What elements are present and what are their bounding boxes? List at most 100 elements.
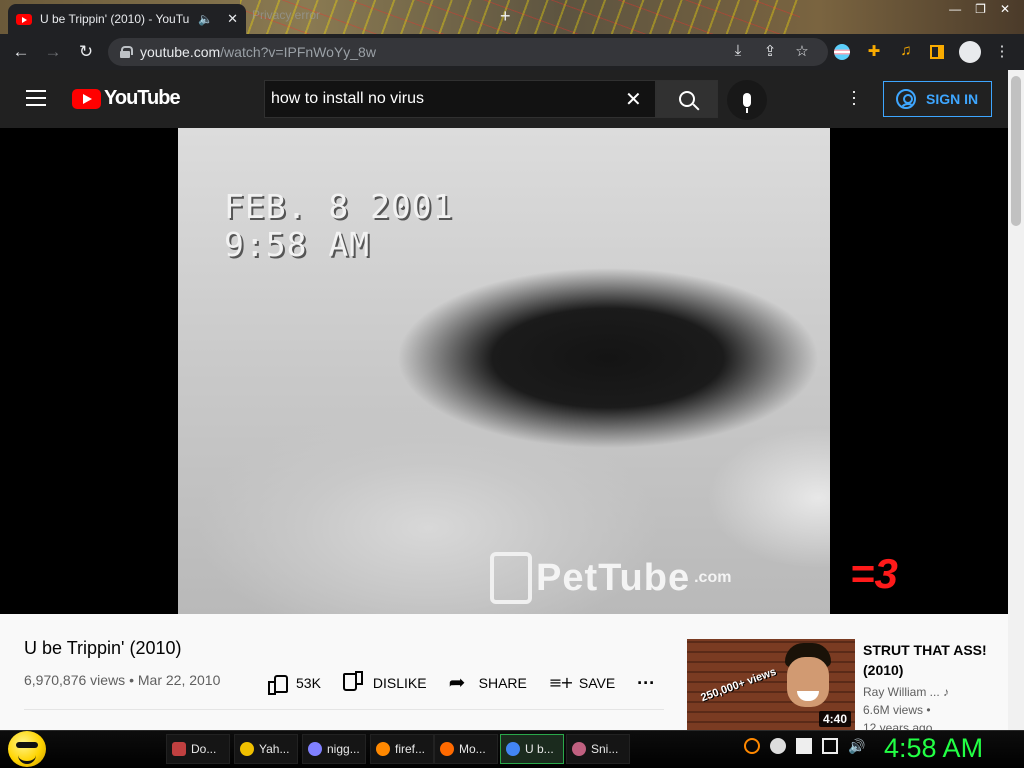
share-button[interactable]: SHARE [449, 670, 527, 694]
minus-circle-icon[interactable] [770, 738, 786, 754]
sign-in-button[interactable]: SIGN IN [883, 81, 992, 117]
minimize-icon[interactable]: — [949, 2, 961, 16]
video-duration: 4:40 [818, 711, 851, 727]
clear-search-icon[interactable]: ✕ [625, 87, 642, 112]
taskbar-item[interactable]: Do... [166, 734, 230, 764]
music-note-icon: ♪ [943, 685, 950, 699]
like-button[interactable]: 53K [266, 672, 321, 695]
tab-close-icon[interactable]: ✕ [227, 11, 238, 27]
thumbs-down-icon [343, 672, 365, 694]
extensions-puzzle-icon[interactable]: ✚ [864, 42, 884, 60]
thumbs-up-icon [266, 672, 288, 695]
profile-avatar-icon[interactable] [959, 41, 981, 63]
taskbar-item[interactable]: nigg... [302, 734, 366, 764]
volume-icon[interactable]: 🔊 [848, 738, 865, 754]
search-icon [679, 91, 695, 107]
upload-date: Mar 22, 2010 [137, 672, 221, 688]
tab-youtube[interactable]: U be Trippin' (2010) - YouTube 🔈 ✕ [8, 4, 246, 34]
taskbar-item-active[interactable]: U b... [500, 734, 564, 764]
lock-icon[interactable] [120, 46, 133, 58]
bookmark-star-icon[interactable]: ☆ [792, 42, 812, 60]
window-controls: — ❐ ✕ [949, 2, 1010, 16]
taskbar-item[interactable]: Sni... [566, 734, 630, 764]
voice-search-button[interactable] [727, 80, 767, 120]
video-meta: 6,970,876 views • Mar 22, 2010 [24, 672, 221, 688]
more-actions-button[interactable]: ··· [637, 673, 655, 694]
view-count: 6,970,876 views [24, 672, 126, 688]
search-input[interactable] [271, 90, 611, 108]
share-label: SHARE [478, 675, 527, 691]
youtube-favicon-icon [16, 13, 32, 25]
overlay-date: FEB. 8 2001 [224, 187, 454, 226]
extension-flag-icon[interactable] [834, 44, 850, 60]
reload-icon[interactable]: ↻ [75, 42, 97, 62]
app-icon [376, 742, 390, 756]
youtube-wordmark: YouTube [104, 87, 181, 109]
clock[interactable]: 4:58 AM [884, 733, 983, 764]
window-close-icon[interactable]: ✕ [1000, 2, 1010, 16]
sign-in-label: SIGN IN [926, 91, 979, 107]
url-path: /watch?v=IPFnWoYy_8w [220, 44, 376, 60]
video-frame[interactable]: FEB. 8 2001 9:58 AM PetTube .com [178, 128, 830, 614]
app-icon [172, 742, 186, 756]
related-video-thumbnail[interactable]: 250,000+ views 4:40 [687, 639, 855, 731]
hamburger-menu-icon[interactable] [26, 90, 46, 106]
youtube-masthead: YouTube ✕ ··· SIGN IN [0, 70, 1008, 128]
video-actions: 53K DISLIKE SHARE SAVE ··· [266, 670, 677, 695]
media-queue-icon[interactable]: ♫ [896, 42, 916, 59]
account-icon [896, 89, 916, 109]
speaker-icon[interactable]: 🔈 [198, 12, 213, 26]
url-host: youtube.com [140, 44, 221, 60]
pettube-text: PetTube [536, 556, 691, 599]
browser-menu-icon[interactable]: ⋮ [992, 42, 1012, 60]
more-horizontal-icon: ··· [637, 672, 656, 693]
taskbar-item[interactable]: Mo... [434, 734, 498, 764]
install-app-icon[interactable]: ⤓ [728, 42, 748, 59]
scrollbar-thumb[interactable] [1011, 76, 1021, 226]
video-timestamp-overlay: FEB. 8 2001 9:58 AM [224, 188, 454, 264]
related-views: 6.6M views • [863, 703, 931, 717]
forward-arrow-icon[interactable]: → [42, 42, 64, 62]
app-icon [440, 742, 454, 756]
youtube-play-icon [72, 88, 101, 109]
restore-icon[interactable]: ❐ [975, 2, 986, 16]
side-panel-icon[interactable] [930, 45, 944, 59]
dislike-button[interactable]: DISLIKE [343, 672, 427, 694]
dislike-label: DISLIKE [372, 675, 427, 691]
tab-title: U be Trippin' (2010) - YouTube [40, 12, 190, 26]
app-icon [240, 742, 254, 756]
related-channel-name[interactable]: Ray William ... ♪ [863, 685, 949, 699]
youtube-logo[interactable]: YouTube [72, 87, 181, 110]
tab-privacy-error[interactable]: Privacy error [252, 8, 320, 22]
app-icon [572, 742, 586, 756]
settings-more-icon[interactable]: · · · [848, 82, 860, 112]
microphone-icon [743, 93, 751, 113]
network-icon[interactable] [822, 738, 838, 754]
flag-icon[interactable] [796, 738, 812, 754]
search-tray-icon[interactable] [744, 738, 760, 754]
related-video-title[interactable]: STRUT THAT ASS! (2010) [863, 640, 993, 680]
save-playlist-icon [549, 672, 572, 694]
address-bar[interactable]: youtube.com/watch?v=IPFnWoYy_8w [108, 38, 828, 66]
search-button[interactable] [656, 80, 718, 118]
overlay-time: 9:58 AM [224, 225, 371, 264]
share-page-icon[interactable]: ⇪ [760, 42, 780, 60]
back-arrow-icon[interactable]: ← [10, 42, 32, 62]
pettube-suffix: .com [694, 569, 732, 586]
chrome-icon [506, 742, 520, 756]
new-tab-icon[interactable]: + [500, 6, 511, 27]
system-tray: 🔊 [744, 738, 865, 754]
search-box[interactable]: ✕ [264, 80, 656, 118]
emote-overlay: =3 [850, 550, 898, 597]
pettube-watermark: PetTube .com [490, 552, 731, 604]
pettube-logo-icon [490, 552, 532, 604]
divider [24, 709, 664, 710]
like-count: 53K [296, 675, 321, 691]
save-button[interactable]: SAVE [549, 672, 615, 694]
app-icon [308, 742, 322, 756]
thumbnail-badge: 250,000+ views [699, 665, 778, 705]
start-button-smiley-icon[interactable] [8, 731, 46, 767]
taskbar-item[interactable]: firef... [370, 734, 434, 764]
taskbar-item[interactable]: Yah... [234, 734, 298, 764]
video-title: U be Trippin' (2010) [24, 638, 182, 658]
